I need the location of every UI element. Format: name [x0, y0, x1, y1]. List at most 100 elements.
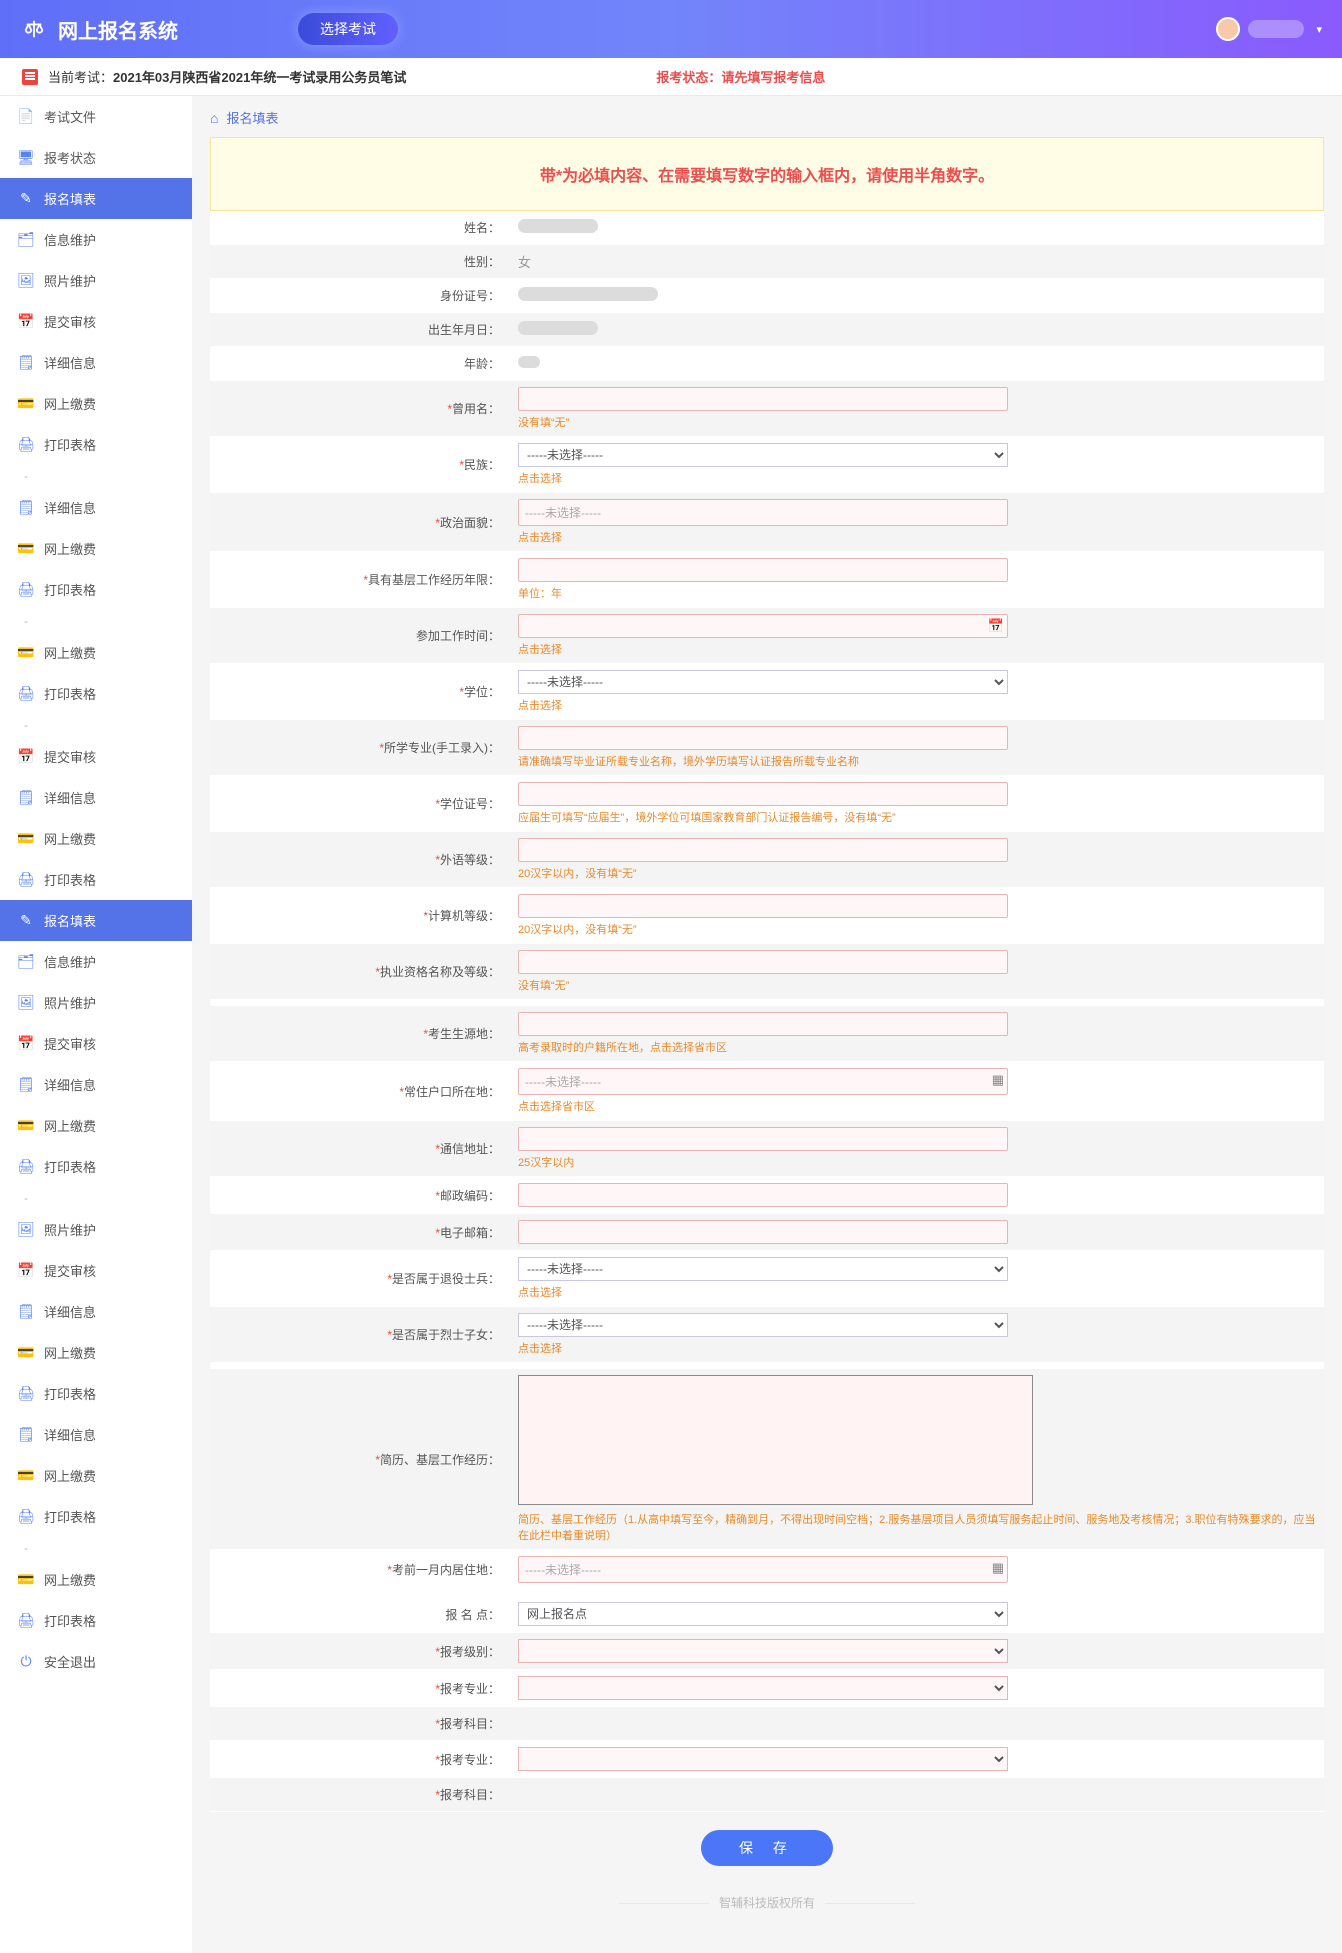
- redacted-value: [518, 287, 658, 301]
- label-martyr: *是否属于烈士子女：: [210, 1307, 510, 1363]
- input-comp_level[interactable]: [518, 894, 1008, 918]
- sidebar-item-39[interactable]: 🖨打印表格: [0, 1600, 192, 1641]
- input-join_time[interactable]: [518, 614, 1008, 638]
- picker-icon[interactable]: ▦: [992, 1560, 1004, 1576]
- sidebar-item-29[interactable]: 🖼照片维护: [0, 1209, 192, 1250]
- input-email[interactable]: [518, 1220, 1008, 1244]
- sidebar-item-32[interactable]: 💳网上缴费: [0, 1332, 192, 1373]
- select-reg_point[interactable]: 网上报名点: [518, 1602, 1008, 1626]
- label-cert_no: *学位证号：: [210, 776, 510, 832]
- sidebar-item-3[interactable]: 🗂信息维护: [0, 219, 192, 260]
- sidebar-item-30[interactable]: 📅提交审核: [0, 1250, 192, 1291]
- home-icon: ⌂: [210, 110, 218, 126]
- label-lang_level: *外语等级：: [210, 832, 510, 888]
- sidebar-item-11[interactable]: 💳网上缴费: [0, 528, 192, 569]
- hint-origin: 高考录取时的户籍所在地，点击选择省市区: [518, 1039, 1316, 1055]
- sidebar-item-20[interactable]: 🖨打印表格: [0, 859, 192, 900]
- select-exam_major2[interactable]: [518, 1747, 1008, 1771]
- sidebar-item-38[interactable]: 💳网上缴费: [0, 1559, 192, 1600]
- sidebar-item-10[interactable]: 🗒详细信息: [0, 487, 192, 528]
- input-lang_level[interactable]: [518, 838, 1008, 862]
- sidebar-item-7[interactable]: 💳网上缴费: [0, 383, 192, 424]
- sidebar-item-34[interactable]: 🗒详细信息: [0, 1414, 192, 1455]
- input-prof_qual[interactable]: [518, 950, 1008, 974]
- sidebar-icon: 📅: [18, 749, 34, 765]
- sidebar-item-36[interactable]: 🖨打印表格: [0, 1496, 192, 1537]
- sidebar-item-label: 提交审核: [44, 1034, 96, 1053]
- cell-gender: 女: [510, 245, 1324, 279]
- select-display-hukou[interactable]: -----未选择-----: [518, 1068, 1008, 1095]
- sidebar-icon: ✎: [18, 191, 34, 207]
- select-degree[interactable]: -----未选择-----: [518, 670, 1008, 694]
- sidebar-icon: 💳: [18, 1118, 34, 1134]
- sidebar-item-18[interactable]: 🗒 详细信息: [0, 777, 192, 818]
- calendar-icon[interactable]: 📅: [988, 618, 1004, 634]
- sidebar-item-14[interactable]: 💳网上缴费: [0, 632, 192, 673]
- select-exam_level[interactable]: [518, 1639, 1008, 1663]
- input-postcode[interactable]: [518, 1183, 1008, 1207]
- sidebar-item-17[interactable]: 📅提交审核: [0, 736, 192, 777]
- sidebar-item-25[interactable]: 🗒详细信息: [0, 1064, 192, 1105]
- input-former_name[interactable]: [518, 387, 1008, 411]
- sidebar-item-35[interactable]: 💳网上缴费: [0, 1455, 192, 1496]
- select-veteran[interactable]: -----未选择-----: [518, 1257, 1008, 1281]
- sidebar-item-4[interactable]: 🖼照片维护: [0, 260, 192, 301]
- cell-resume: 简历、基层工作经历（1.从高中填写至今，精确到月，不得出现时间空档；2.服务基层…: [510, 1369, 1324, 1550]
- sidebar-item-33[interactable]: 🖨打印表格: [0, 1373, 192, 1414]
- sidebar-item-8[interactable]: 🖨打印表格: [0, 424, 192, 465]
- sidebar-item-12[interactable]: 🖨打印表格: [0, 569, 192, 610]
- input-address[interactable]: [518, 1127, 1008, 1151]
- label-resume: *简历、基层工作经历：: [210, 1369, 510, 1550]
- sidebar-item-0[interactable]: 📄考试文件: [0, 96, 192, 137]
- user-area[interactable]: ▾: [1216, 17, 1322, 41]
- sidebar-icon: 💳: [18, 396, 34, 412]
- label-exam_major: *报考专业：: [210, 1670, 510, 1707]
- redacted-value: [518, 356, 540, 368]
- sidebar-item-24[interactable]: 📅提交审核: [0, 1023, 192, 1064]
- sidebar-item-23[interactable]: 🖼照片维护: [0, 982, 192, 1023]
- select-display-politics[interactable]: -----未选择-----: [518, 499, 1008, 526]
- sidebar-icon: 🗒: [18, 1304, 34, 1320]
- select-exam-button[interactable]: 选择考试: [298, 13, 398, 45]
- select-exam_major[interactable]: [518, 1676, 1008, 1700]
- cell-exam_subj2: [510, 1778, 1324, 1812]
- sidebar-item-2[interactable]: ✎报名填表: [0, 178, 192, 219]
- cell-work_years: 单位：年: [510, 552, 1324, 608]
- sidebar-item-26[interactable]: 💳网上缴费: [0, 1105, 192, 1146]
- hint-cert_no: 应届生可填写“应届生”，境外学位可填国家教育部门认证报告编号，没有填“无”: [518, 809, 1316, 825]
- sidebar-item-label: 信息维护: [44, 230, 96, 249]
- input-cert_no[interactable]: [518, 782, 1008, 806]
- cell-reg_point: 网上报名点: [510, 1596, 1324, 1633]
- select-martyr[interactable]: -----未选择-----: [518, 1313, 1008, 1337]
- input-origin[interactable]: [518, 1012, 1008, 1036]
- label-exam_major2: *报考专业：: [210, 1741, 510, 1778]
- select-ethnic[interactable]: -----未选择-----: [518, 443, 1008, 467]
- sidebar-item-31[interactable]: 🗒详细信息: [0, 1291, 192, 1332]
- label-exam_subj: *报考科目：: [210, 1707, 510, 1741]
- picker-icon[interactable]: ▦: [992, 1072, 1004, 1088]
- sidebar-item-6[interactable]: 🗒详细信息: [0, 342, 192, 383]
- sidebar-item-19[interactable]: 💳网上缴费: [0, 818, 192, 859]
- input-major[interactable]: [518, 726, 1008, 750]
- sidebar-item-1[interactable]: 🖥报考状态: [0, 137, 192, 178]
- sidebar-item-label: 详细信息: [44, 788, 96, 807]
- sidebar-icon: 💳: [18, 541, 34, 557]
- select-display-resid_before[interactable]: -----未选择-----: [518, 1556, 1008, 1583]
- sidebar-item-15[interactable]: 🖨打印表格: [0, 673, 192, 714]
- sidebar-item-22[interactable]: 🗂信息维护: [0, 941, 192, 982]
- sidebar-item-5[interactable]: 📅提交审核: [0, 301, 192, 342]
- sidebar-item-label: 打印表格: [44, 580, 96, 599]
- username-pill: [1248, 20, 1304, 38]
- sidebar-item-27[interactable]: 🖨打印表格: [0, 1146, 192, 1187]
- input-work_years[interactable]: [518, 558, 1008, 582]
- textarea-resume[interactable]: [518, 1375, 1033, 1505]
- cell-birth: [510, 313, 1324, 347]
- sidebar-icon: 🖼: [18, 273, 34, 289]
- sidebar-item-40[interactable]: ⏻安全退出: [0, 1641, 192, 1682]
- required-notice: 带*为必填内容、在需要填写数字的输入框内，请使用半角数字。: [210, 137, 1324, 211]
- hint-former_name: 没有填“无”: [518, 414, 1316, 430]
- cell-postcode: [510, 1177, 1324, 1214]
- save-button[interactable]: 保 存: [701, 1830, 833, 1866]
- sidebar-icon: 🗒: [18, 790, 34, 806]
- sidebar-item-21[interactable]: ✎报名填表: [0, 900, 192, 941]
